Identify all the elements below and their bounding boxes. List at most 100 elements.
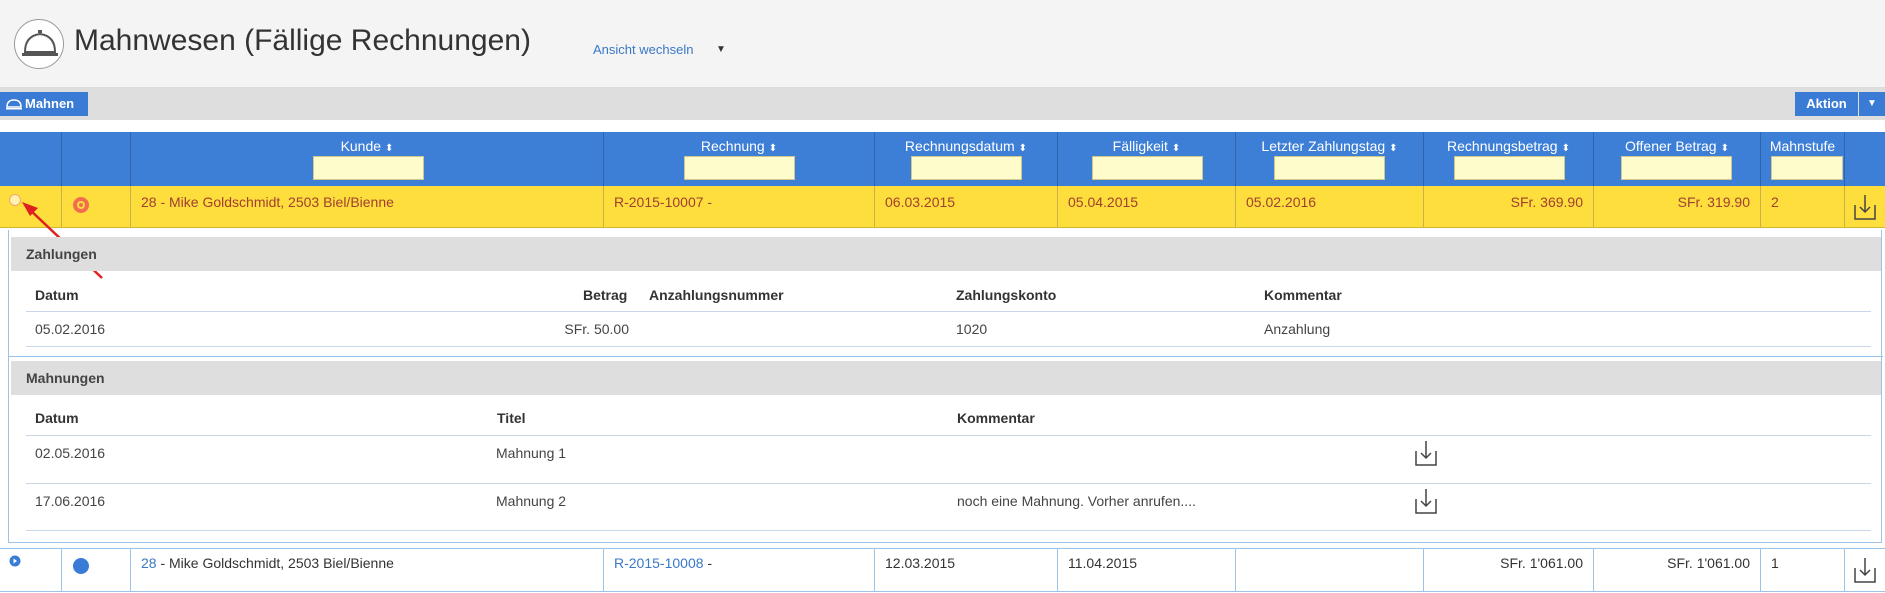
rechnung-cell[interactable]: R-2015-10007 - [604, 186, 875, 227]
zahlung-zahlungskonto: 1020 [956, 321, 988, 337]
zahlung-betrag: SFr. 50.00 [564, 321, 629, 337]
mahnung-datum: 02.05.2016 [35, 445, 106, 461]
expand-icon[interactable] [9, 555, 21, 567]
service-bell-icon [6, 99, 22, 110]
grid-header: Kunde ⬍ Rechnung ⬍ Rechnungsdatum ⬍ Fälligk… [0, 132, 1885, 186]
zahlung-datum: 05.02.2016 [35, 321, 106, 337]
zahlungen-header-betrag: Betrag [583, 287, 628, 303]
invoice-detail-panel: Zahlungen Datum Betrag Anzahlungsnummer … [8, 230, 1883, 543]
kunde-number-link[interactable]: 28 [141, 555, 157, 571]
filter-input-offener-betrag[interactable] [1621, 156, 1732, 180]
sort-icon[interactable]: ⬍ [1019, 143, 1027, 154]
column-header-mahnstufe[interactable]: Mahnstufe [1761, 132, 1845, 186]
column-label: Rechnung [700, 138, 765, 154]
offener-betrag-cell: SFr. 1'061.00 [1594, 549, 1761, 591]
zahlungen-header-kommentar: Kommentar [1264, 287, 1342, 303]
zahlung-kommentar: Anzahlung [1264, 321, 1331, 337]
kunde-cell[interactable]: 28 - Mike Goldschmidt, 2503 Biel/Bienne [131, 549, 604, 591]
column-label: Rechnungsdatum [904, 138, 1015, 154]
filter-input-rechnungsdatum[interactable] [911, 156, 1022, 180]
download-icon[interactable] [1853, 193, 1877, 221]
faelligkeit-cell: 05.04.2015 [1058, 186, 1236, 227]
expander-cell[interactable] [0, 549, 62, 591]
filter-input-kunde[interactable] [313, 156, 424, 180]
download-cell[interactable] [1845, 186, 1885, 227]
mahnungen-header-kommentar: Kommentar [957, 410, 1035, 426]
faelligkeit-cell: 11.04.2015 [1058, 549, 1236, 591]
mahnstufe-cell: 2 [1761, 186, 1845, 227]
service-bell-icon [14, 19, 64, 69]
kunde-number[interactable]: 28 [141, 194, 157, 210]
mahnung-kommentar: noch eine Mahnung. Vorher anrufen.... [957, 493, 1196, 509]
mahnungen-header-datum: Datum [35, 410, 79, 426]
divider [26, 530, 1871, 531]
mahnungen-header-titel: Titel [497, 410, 526, 426]
download-icon[interactable] [1414, 487, 1438, 515]
aktion-button[interactable]: Aktion [1795, 92, 1858, 116]
column-header-kunde[interactable]: Kunde ⬍ [131, 132, 604, 186]
column-label: Mahnstufe [1769, 138, 1836, 154]
download-cell[interactable] [1845, 549, 1885, 591]
rechnung-suffix: - [703, 194, 713, 210]
sort-icon[interactable]: ⬍ [1172, 143, 1180, 154]
page-header: Mahnwesen (Fällige Rechnungen) Ansicht w… [0, 0, 1885, 88]
table-row[interactable]: 28 - Mike Goldschmidt, 2503 Biel/Bienne … [0, 548, 1885, 592]
status-column-header [62, 132, 131, 186]
sort-icon[interactable]: ⬍ [1562, 143, 1570, 154]
filter-input-mahnstufe[interactable] [1771, 156, 1843, 180]
kunde-name: - Mike Goldschmidt, 2503 Biel/Bienne [156, 194, 394, 210]
aktion-dropdown-toggle[interactable]: ▼ [1859, 92, 1885, 116]
filter-input-rechnung[interactable] [684, 156, 795, 180]
zahlungen-header-datum: Datum [35, 287, 79, 303]
view-switch-link[interactable]: Ansicht wechseln [593, 42, 693, 57]
sort-icon[interactable]: ⬍ [1389, 143, 1397, 154]
zahlungen-header-zahlungskonto: Zahlungskonto [956, 287, 1057, 303]
column-label: Rechnungsbetrag [1447, 138, 1558, 154]
letzter-zahlungstag-cell: 05.02.2016 [1236, 186, 1424, 227]
kunde-name: - Mike Goldschmidt, 2503 Biel/Bienne [156, 555, 394, 571]
column-label: Kunde [340, 138, 382, 154]
mahnung-titel: Mahnung 1 [496, 445, 567, 461]
column-header-rechnungsdatum[interactable]: Rechnungsdatum ⬍ [875, 132, 1058, 186]
page-title: Mahnwesen (Fällige Rechnungen) [74, 24, 531, 57]
rechnungsbetrag-cell: SFr. 369.90 [1424, 186, 1594, 227]
table-row[interactable]: 28 - Mike Goldschmidt, 2503 Biel/Bienne … [0, 186, 1885, 228]
chevron-down-icon[interactable]: ▼ [716, 44, 726, 55]
rechnung-cell[interactable]: R-2015-10008 - [604, 549, 875, 591]
download-icon[interactable] [1853, 556, 1877, 584]
rechnung-number-link[interactable]: R-2015-10008 [614, 555, 704, 571]
column-header-faelligkeit[interactable]: Fälligkeit ⬍ [1058, 132, 1236, 186]
filter-input-faelligkeit[interactable] [1092, 156, 1203, 180]
column-header-rechnung[interactable]: Rechnung ⬍ [604, 132, 875, 186]
letzter-zahlungstag-cell [1236, 549, 1424, 591]
mahnen-button-label: Mahnen [25, 96, 75, 111]
mahnung-datum: 17.06.2016 [35, 493, 106, 509]
column-header-rechnungsbetrag[interactable]: Rechnungsbetrag ⬍ [1424, 132, 1594, 186]
mahnung-titel: Mahnung 2 [496, 493, 567, 509]
sort-icon[interactable]: ⬍ [769, 143, 777, 154]
zahlungen-header-anzahlungsnummer: Anzahlungsnummer [649, 287, 784, 303]
filter-input-rechnungsbetrag[interactable] [1454, 156, 1565, 180]
sort-icon[interactable]: ⬍ [385, 143, 393, 154]
mahnungen-title: Mahnungen [11, 361, 1881, 395]
kunde-cell[interactable]: 28 - Mike Goldschmidt, 2503 Biel/Bienne [131, 186, 604, 227]
column-header-offener-betrag[interactable]: Offener Betrag ⬍ [1594, 132, 1761, 186]
mahnen-button[interactable]: Mahnen [0, 92, 88, 116]
rechnung-number[interactable]: R-2015-10007 [614, 194, 704, 210]
expander-column-header [0, 132, 62, 186]
download-icon[interactable] [1414, 439, 1438, 467]
rechnungsdatum-cell: 12.03.2015 [875, 549, 1058, 591]
column-label: Offener Betrag [1625, 138, 1717, 154]
offener-betrag-cell: SFr. 319.90 [1594, 186, 1761, 227]
column-header-letzter-zahlungstag[interactable]: Letzter Zahlungstag ⬍ [1236, 132, 1424, 186]
divider [9, 356, 1883, 357]
rechnung-suffix: - [703, 555, 713, 571]
filter-input-letzter-zahlungstag[interactable] [1274, 156, 1385, 180]
sort-icon[interactable]: ⬍ [1721, 143, 1729, 154]
divider [26, 346, 1871, 347]
divider [26, 483, 1871, 484]
divider [26, 311, 1871, 312]
rechnungsbetrag-cell: SFr. 1'061.00 [1424, 549, 1594, 591]
status-cell [62, 549, 131, 591]
column-label: Fälligkeit [1112, 138, 1168, 154]
